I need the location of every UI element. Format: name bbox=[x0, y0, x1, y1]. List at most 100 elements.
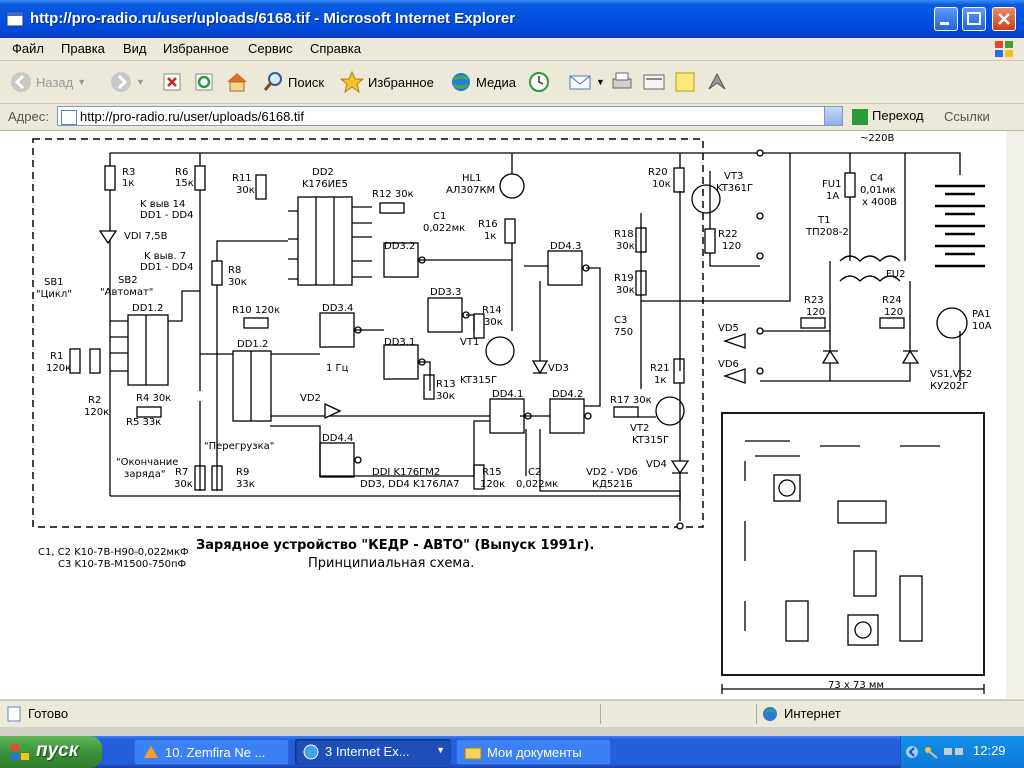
winamp-icon bbox=[144, 746, 158, 758]
folder-icon bbox=[464, 747, 482, 760]
label-dd1-2-a: DD1.2 bbox=[132, 303, 163, 314]
label-r21-value: 1к bbox=[654, 375, 666, 386]
forward-arrow-icon bbox=[111, 72, 131, 92]
media-button[interactable]: Медиа bbox=[450, 69, 516, 95]
links-button[interactable]: Ссылки bbox=[944, 109, 990, 124]
label-dd1-dd4-a: DD1 - DD4 bbox=[140, 210, 194, 221]
stop-button[interactable] bbox=[162, 69, 182, 95]
clock[interactable]: 12:29 bbox=[973, 743, 1006, 758]
system-tray: 12:29 bbox=[900, 736, 1024, 768]
edit-button[interactable] bbox=[642, 69, 666, 95]
label-c4-value: 0,01мк bbox=[860, 185, 896, 196]
internet-globe-icon bbox=[763, 707, 777, 721]
menu-tools[interactable]: Сервис bbox=[248, 41, 293, 56]
address-bar: Адрес: http://pro-radio.ru/user/uploads/… bbox=[0, 104, 1024, 131]
task-my-documents[interactable]: Мои документы bbox=[456, 739, 611, 765]
mail-button[interactable]: ▼ bbox=[568, 69, 605, 95]
label-r8-value: 30к bbox=[228, 277, 247, 288]
label-r23: R23 bbox=[804, 295, 824, 306]
menu-help[interactable]: Справка bbox=[310, 41, 361, 56]
menu-edit[interactable]: Правка bbox=[61, 41, 105, 56]
star-icon bbox=[340, 71, 364, 93]
note-icon bbox=[675, 72, 695, 92]
menu-file[interactable]: Файл bbox=[12, 41, 44, 56]
label-r12: R12 30к bbox=[372, 189, 414, 200]
minimize-button[interactable] bbox=[934, 7, 958, 31]
board-size: 73 x 73 мм bbox=[828, 680, 884, 691]
home-icon bbox=[227, 73, 247, 92]
network-icon[interactable] bbox=[943, 744, 965, 760]
label-r3-value: 1к bbox=[122, 178, 134, 189]
maximize-icon bbox=[967, 12, 981, 25]
label-vt3-value: KT361Г bbox=[716, 183, 753, 194]
back-button[interactable]: Назад ▼ bbox=[10, 69, 86, 95]
label-r22-value: 120 bbox=[722, 241, 741, 252]
schematic-subtitle: Принципиальная схема. bbox=[308, 556, 474, 571]
label-r3: R3 bbox=[122, 167, 135, 178]
label-220v: ~220B bbox=[860, 133, 894, 144]
address-input[interactable]: http://pro-radio.ru/user/uploads/6168.ti… bbox=[57, 106, 843, 126]
label-r6-value: 15к bbox=[175, 178, 194, 189]
task-winamp[interactable]: 10. Zemfira Ne ... bbox=[134, 739, 289, 765]
print-button[interactable] bbox=[610, 69, 634, 95]
refresh-button[interactable] bbox=[194, 69, 214, 95]
menu-view[interactable]: Вид bbox=[123, 41, 147, 56]
address-dropdown-button[interactable] bbox=[824, 107, 842, 125]
keys-icon[interactable] bbox=[923, 744, 939, 760]
home-button[interactable] bbox=[225, 69, 249, 95]
close-button[interactable] bbox=[992, 7, 1016, 31]
label-r18-value: 30к bbox=[616, 241, 635, 252]
maximize-button[interactable] bbox=[962, 7, 986, 31]
label-charge-end-2: заряда" bbox=[124, 469, 165, 480]
label-dd4-3: DD4.3 bbox=[550, 241, 581, 252]
page-icon bbox=[61, 110, 77, 125]
task-label: 3 Internet Ex... bbox=[325, 744, 410, 759]
page-done-icon bbox=[7, 706, 21, 722]
label-fu1: FU1 bbox=[822, 179, 841, 190]
window-title: http://pro-radio.ru/user/uploads/6168.ti… bbox=[30, 10, 516, 27]
label-r9-value: 33к bbox=[236, 479, 255, 490]
forward-button[interactable]: ▼ bbox=[110, 69, 145, 95]
label-c3: C3 bbox=[614, 315, 627, 326]
label-r19: R19 bbox=[614, 273, 634, 284]
favorites-label: Избранное bbox=[368, 74, 434, 90]
back-label: Назад bbox=[36, 74, 74, 90]
windows-flag-icon bbox=[11, 744, 29, 760]
search-icon bbox=[263, 72, 282, 91]
label-r16-value: 1к bbox=[484, 231, 496, 242]
search-button[interactable]: Поиск bbox=[262, 69, 324, 95]
menu-favorites[interactable]: Избранное bbox=[163, 41, 229, 56]
go-button[interactable]: Переход bbox=[852, 108, 924, 125]
chevron-down-icon: ▼ bbox=[136, 77, 145, 87]
label-r10: R10 120к bbox=[232, 305, 280, 316]
media-label: Медиа bbox=[476, 74, 516, 90]
messenger-button[interactable] bbox=[706, 69, 728, 95]
discuss-button[interactable] bbox=[674, 69, 696, 95]
label-r1: R1 bbox=[50, 351, 63, 362]
label-dd2-type: K176ИЕ5 bbox=[302, 179, 348, 190]
mail-icon bbox=[569, 75, 591, 90]
search-label: Поиск bbox=[288, 74, 325, 90]
label-r24-value: 120 bbox=[884, 307, 903, 318]
label-r15-value: 120к bbox=[480, 479, 505, 490]
tray-expand-icon[interactable] bbox=[905, 744, 919, 760]
toolbar: Назад ▼ ▼ Поиск Избранное Медиа ▼ bbox=[0, 61, 1024, 104]
start-button[interactable]: пуск bbox=[0, 736, 102, 768]
label-r22: R22 bbox=[718, 229, 738, 240]
diode-note-2: КД521Б bbox=[592, 479, 633, 490]
schematic-image: R3 1к R6 15к R11 30к DD2 K176ИЕ5 R12 30к… bbox=[32, 133, 992, 694]
favorites-button[interactable]: Избранное bbox=[340, 69, 434, 95]
diode-note: VD2 - VD6 bbox=[586, 467, 638, 478]
label-r14-value: 30к bbox=[484, 317, 503, 328]
history-button[interactable] bbox=[528, 69, 550, 95]
task-internet-explorer[interactable]: 3 Internet Ex... ▼ bbox=[295, 739, 451, 765]
label-fu1-value: 1A bbox=[826, 191, 839, 202]
label-hl1-value: АЛ307КМ bbox=[446, 185, 495, 196]
label-dd1-2-b: DD1.2 bbox=[237, 339, 268, 350]
label-c1: C1 bbox=[433, 211, 446, 222]
label-dd3-3: DD3.3 bbox=[430, 287, 461, 298]
vertical-scrollbar[interactable] bbox=[1006, 131, 1024, 699]
refresh-icon bbox=[195, 73, 213, 91]
label-r7-value: 30к bbox=[174, 479, 193, 490]
label-charge-end: "Окончание bbox=[116, 457, 178, 468]
